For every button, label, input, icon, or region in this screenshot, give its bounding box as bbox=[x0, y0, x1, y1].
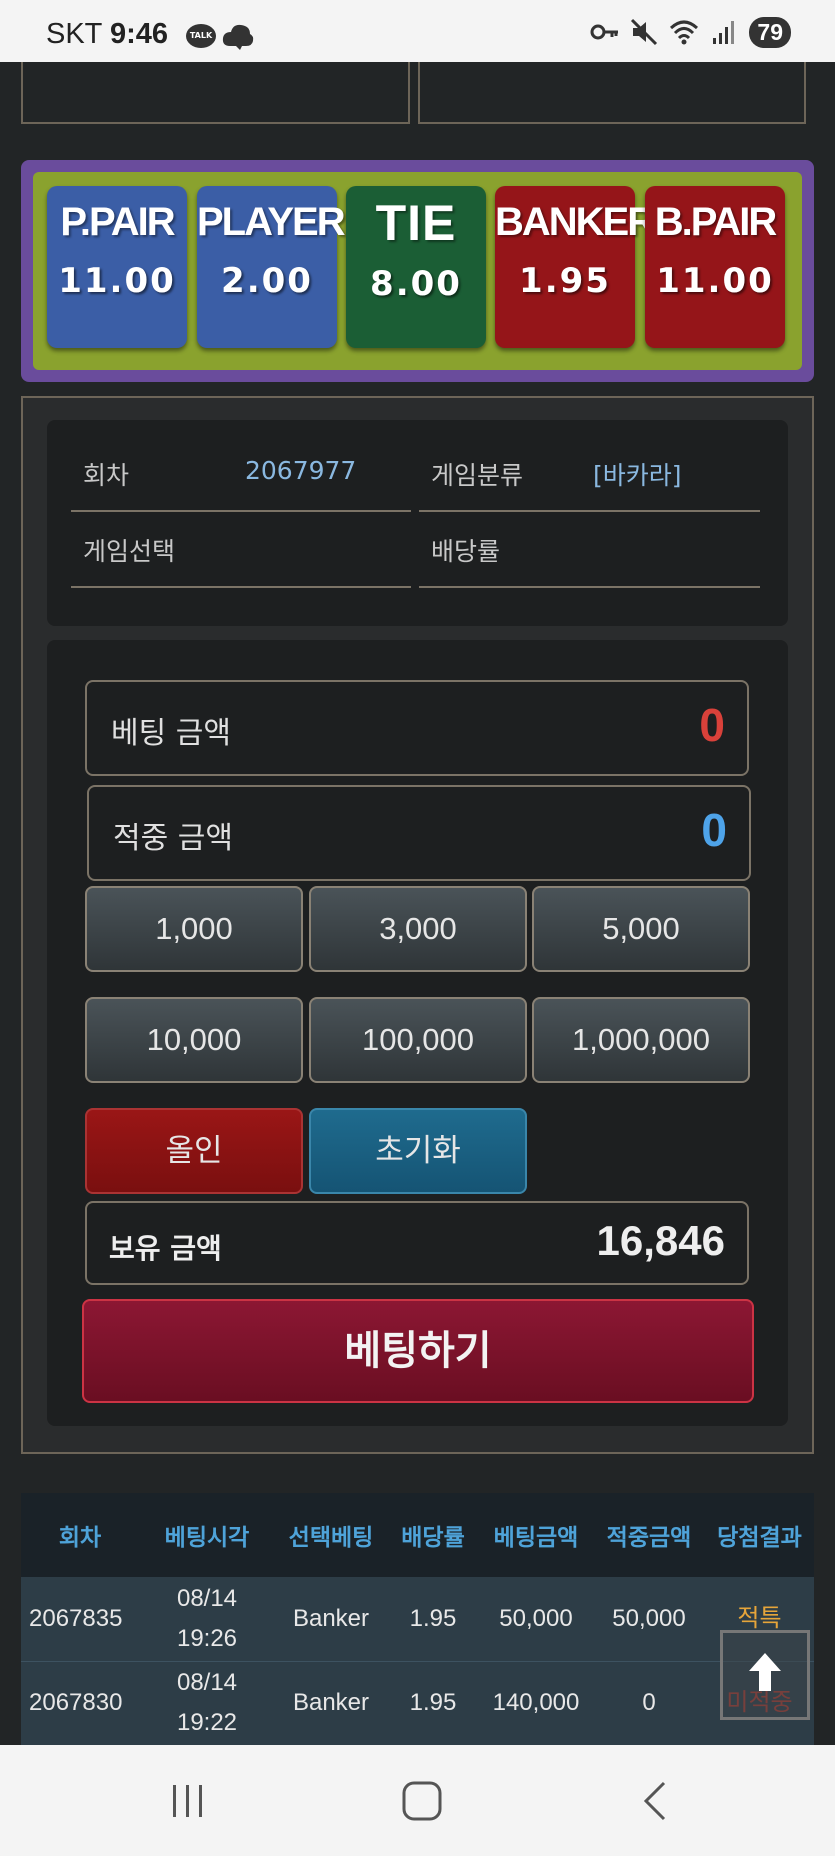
cell-date: 08/14 bbox=[176, 1669, 238, 1696]
info-round: 회차 2067977 bbox=[71, 436, 411, 512]
odds-button-banker[interactable]: BANKER 1.95 bbox=[495, 186, 656, 348]
scroll-to-top-button[interactable] bbox=[720, 1630, 810, 1720]
round-value: 2067977 bbox=[245, 456, 357, 485]
category-value: [바카라] bbox=[593, 461, 682, 490]
column-header: 배당률 bbox=[401, 1525, 465, 1551]
system-nav-bar bbox=[0, 1745, 835, 1856]
cell-round: 2067835 bbox=[29, 1604, 123, 1632]
status-carrier-time: SKT 9:46 bbox=[46, 18, 168, 51]
win-amount-value: 0 bbox=[701, 804, 727, 856]
table-row: 2067835 08/14 19:26 Banker 1.95 50,000 5… bbox=[21, 1577, 814, 1661]
odds-value: 1.95 bbox=[519, 261, 611, 301]
cell-bet-amount: 50,000 bbox=[499, 1604, 573, 1632]
cell-time: 19:22 bbox=[176, 1709, 238, 1736]
column-header: 적중금액 bbox=[606, 1525, 692, 1551]
recent-apps-icon[interactable] bbox=[166, 1779, 210, 1823]
top-panel-right bbox=[418, 62, 806, 124]
odds-button-tie[interactable]: TIE 8.00 bbox=[346, 186, 486, 348]
mute-icon bbox=[631, 18, 658, 46]
column-header: 당첨결과 bbox=[717, 1525, 802, 1551]
status-icons: 79 bbox=[589, 16, 791, 48]
betting-panel: 회차 2067977 게임분류 [바카라] 게임선택 배당률 베팅 금액 0 적… bbox=[21, 396, 814, 1454]
reset-button[interactable]: 초기화 bbox=[309, 1108, 527, 1194]
cell-win-amount: 50,000 bbox=[612, 1604, 686, 1632]
home-icon[interactable] bbox=[400, 1779, 444, 1823]
odds-value: 11.00 bbox=[656, 261, 774, 301]
odds-name: B.PAIR bbox=[654, 200, 778, 244]
chip-3000-button[interactable]: 3,000 bbox=[309, 886, 527, 972]
chip-1000-button[interactable]: 1,000 bbox=[85, 886, 303, 972]
chip-1000000-button[interactable]: 1,000,000 bbox=[532, 997, 750, 1083]
selection-label: 게임선택 bbox=[83, 537, 176, 566]
cell-odds: 1.95 bbox=[409, 1689, 457, 1716]
win-amount-label: 적중 금액 bbox=[113, 821, 233, 856]
info-selection: 게임선택 bbox=[71, 512, 411, 588]
top-panel-left bbox=[21, 62, 410, 124]
info-payout: 배당률 bbox=[419, 512, 760, 588]
chip-100000-button[interactable]: 100,000 bbox=[309, 997, 527, 1083]
payout-label: 배당률 bbox=[431, 537, 501, 566]
win-amount-field: 적중 금액 0 bbox=[87, 785, 751, 881]
column-header: 베팅금액 bbox=[493, 1525, 579, 1551]
round-label: 회차 bbox=[83, 461, 130, 490]
column-header: 회차 bbox=[58, 1525, 102, 1551]
table-header-row: 회차 베팅시각 선택베팅 배당률 베팅금액 적중금액 당첨결과 bbox=[21, 1493, 814, 1577]
cell-round: 2067830 bbox=[29, 1689, 123, 1716]
status-bar: SKT 9:46 TALK 79 bbox=[0, 0, 835, 62]
odds-button-player[interactable]: PLAYER 2.00 bbox=[197, 186, 346, 348]
odds-value: 2.00 bbox=[221, 261, 313, 301]
all-in-button[interactable]: 올인 bbox=[85, 1108, 303, 1194]
bet-card: 베팅 금액 0 적중 금액 0 1,000 3,000 5,000 10,000… bbox=[47, 640, 788, 1426]
signal-icon bbox=[713, 21, 735, 44]
cloud-icon bbox=[222, 24, 254, 50]
kakaotalk-icon: TALK bbox=[186, 24, 216, 48]
chip-10000-button[interactable]: 10,000 bbox=[85, 997, 303, 1083]
column-header: 선택베팅 bbox=[288, 1525, 374, 1551]
holding-amount: 보유 금액 16,846 bbox=[85, 1201, 749, 1285]
arrow-up-icon bbox=[749, 1653, 781, 1691]
battery-indicator: 79 bbox=[749, 16, 791, 48]
cell-time: 19:26 bbox=[176, 1624, 238, 1652]
cell-bet-time: 08/14 19:22 bbox=[139, 1661, 275, 1745]
bet-amount-label: 베팅 금액 bbox=[111, 716, 231, 751]
game-info-card: 회차 2067977 게임분류 [바카라] 게임선택 배당률 bbox=[47, 420, 788, 626]
key-icon bbox=[590, 24, 619, 40]
category-label: 게임분류 bbox=[431, 461, 524, 490]
cell-bet-time: 08/14 19:26 bbox=[139, 1577, 275, 1661]
bet-amount-value: 0 bbox=[699, 699, 725, 751]
cell-pick: Banker bbox=[292, 1689, 370, 1716]
bet-amount-field: 베팅 금액 0 bbox=[85, 680, 749, 776]
cell-bet-amount: 140,000 bbox=[492, 1689, 580, 1716]
cell-odds: 1.95 bbox=[409, 1604, 457, 1632]
clock: 9:46 bbox=[109, 18, 168, 50]
odds-name: TIE bbox=[375, 195, 457, 251]
odds-value: 8.00 bbox=[370, 264, 462, 304]
place-bet-button[interactable]: 베팅하기 bbox=[82, 1299, 754, 1403]
odds-button-banker-pair[interactable]: B.PAIR 11.00 bbox=[645, 186, 785, 348]
odds-button-player-pair[interactable]: P.PAIR 11.00 bbox=[47, 186, 187, 348]
bet-history-table: 회차 베팅시각 선택베팅 배당률 베팅금액 적중금액 당첨결과 2067835 … bbox=[21, 1493, 814, 1745]
odds-name: BANKER bbox=[495, 200, 656, 244]
info-category: 게임분류 [바카라] bbox=[419, 436, 760, 512]
cell-win-amount: 0 bbox=[642, 1689, 656, 1716]
odds-panel: P.PAIR 11.00 PLAYER 2.00 TIE 8.00 BANKER… bbox=[21, 160, 814, 382]
carrier-name: SKT bbox=[46, 18, 102, 50]
back-icon[interactable] bbox=[634, 1779, 678, 1823]
odds-panel-inner: P.PAIR 11.00 PLAYER 2.00 TIE 8.00 BANKER… bbox=[33, 172, 802, 370]
cell-pick: Banker bbox=[292, 1604, 370, 1632]
odds-value: 11.00 bbox=[58, 261, 176, 301]
wifi-icon bbox=[670, 20, 699, 45]
holding-label: 보유 금액 bbox=[109, 1232, 222, 1265]
odds-name: P.PAIR bbox=[60, 200, 175, 244]
holding-value: 16,846 bbox=[596, 1217, 725, 1264]
column-header: 베팅시각 bbox=[164, 1525, 250, 1551]
table-row: 2067830 08/14 19:22 Banker 1.95 140,000 … bbox=[21, 1661, 814, 1745]
cell-date: 08/14 bbox=[176, 1584, 238, 1612]
chip-5000-button[interactable]: 5,000 bbox=[532, 886, 750, 972]
odds-name: PLAYER bbox=[197, 200, 346, 244]
